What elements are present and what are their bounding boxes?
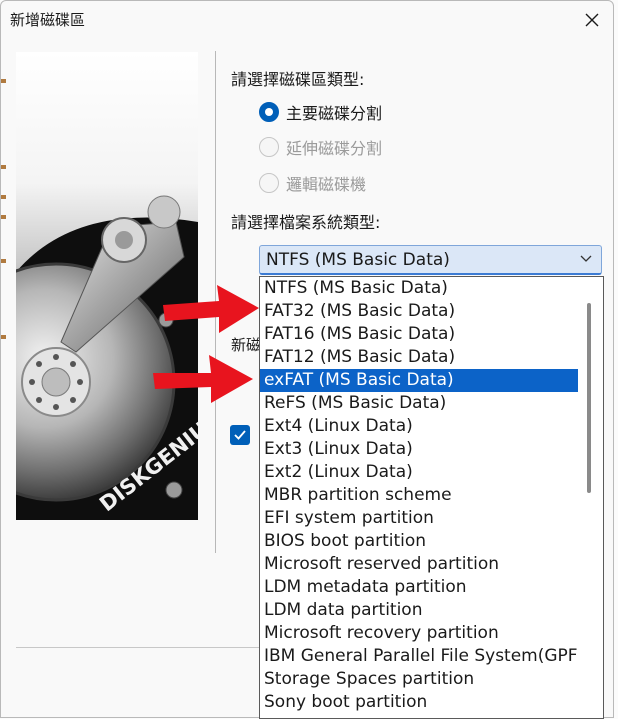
title-bar: 新增磁碟區 [1,1,613,37]
chevron-down-icon [580,255,592,262]
filesystem-option[interactable]: Ext3 (Linux Data) [260,438,578,461]
filesystem-option[interactable]: Storage Spaces partition [260,668,578,691]
filesystem-dropdown-list[interactable]: NTFS (MS Basic Data) FAT32 (MS Basic Data… [259,276,604,719]
filesystem-type-label: 請選擇檔案系統類型: [231,213,381,232]
radio-label: 邏輯磁碟機 [286,175,367,194]
radio-extended-partition[interactable]: 延伸磁碟分割 [259,135,382,159]
filesystem-option[interactable]: LDM data partition [260,599,578,622]
radio-primary-partition[interactable]: 主要磁碟分割 [259,100,382,124]
radio-logical-drive[interactable]: 邏輯磁碟機 [259,171,366,195]
filesystem-options: NTFS (MS Basic Data) FAT32 (MS Basic Data… [260,277,578,714]
option-checkbox[interactable] [230,425,250,445]
filesystem-option[interactable]: Sony boot partition [260,691,578,714]
filesystem-option[interactable]: EFI system partition [260,507,578,530]
filesystem-option[interactable]: NTFS (MS Basic Data) [260,277,578,300]
red-arrow-icon [163,285,259,333]
radio-button-checked[interactable] [259,102,279,122]
filesystem-option[interactable]: Microsoft recovery partition [260,622,578,645]
new-partition-dialog: 新增磁碟區 DISKGENIUS 請選擇磁碟區類型: 主要磁碟分割 延伸磁碟分割… [0,0,614,719]
filesystem-option[interactable]: IBM General Parallel File System(GPF [260,645,578,668]
checkmark-icon [234,430,246,440]
filesystem-option[interactable]: FAT16 (MS Basic Data) [260,323,578,346]
filesystem-option[interactable]: Ext2 (Linux Data) [260,461,578,484]
filesystem-option[interactable]: BIOS boot partition [260,530,578,553]
red-arrow-icon [153,355,253,403]
horizontal-separator [16,647,261,648]
scrollbar-thumb[interactable] [587,303,591,493]
filesystem-option[interactable]: MBR partition scheme [260,484,578,507]
filesystem-option[interactable]: LDM metadata partition [260,576,578,599]
filesystem-option[interactable]: ReFS (MS Basic Data) [260,392,578,415]
filesystem-option[interactable]: FAT32 (MS Basic Data) [260,300,578,323]
close-icon [585,13,599,27]
window-title: 新增磁碟區 [10,11,86,29]
radio-button[interactable] [259,173,279,193]
filesystem-option[interactable]: Ext4 (Linux Data) [260,415,578,438]
radio-button[interactable] [259,137,279,157]
close-button[interactable] [574,5,610,33]
radio-label: 延伸磁碟分割 [286,139,383,158]
filesystem-selected-value: NTFS (MS Basic Data) [266,250,450,270]
filesystem-select[interactable]: NTFS (MS Basic Data) [259,245,602,275]
background-window-edge [1,37,7,677]
filesystem-option[interactable]: Microsoft reserved partition [260,553,578,576]
filesystem-option[interactable]: FAT12 (MS Basic Data) [260,346,578,369]
partition-type-label: 請選擇磁碟區類型: [231,70,365,89]
filesystem-option[interactable]: exFAT (MS Basic Data) [260,369,578,392]
radio-label: 主要磁碟分割 [286,104,383,123]
